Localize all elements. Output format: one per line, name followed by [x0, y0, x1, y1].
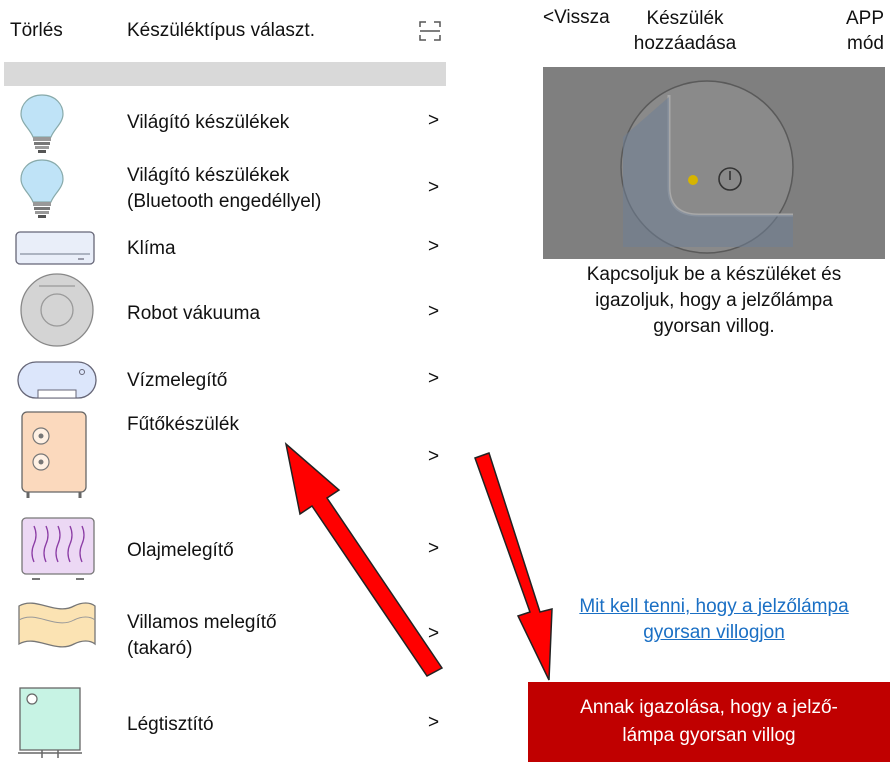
- water-heater-icon: [17, 361, 97, 399]
- red-arrow-icon: [284, 441, 444, 677]
- back-button[interactable]: <Vissza: [543, 7, 610, 29]
- chevron-right-icon: >: [428, 446, 440, 467]
- confirm-line: lámpa gyorsan villog: [622, 725, 796, 746]
- mode-line: mód: [847, 33, 884, 54]
- title-line: hozzáadása: [633, 33, 737, 54]
- bulb-icon: [20, 159, 64, 218]
- chevron-right-icon: >: [428, 712, 440, 733]
- instruction-text: Kapcsoljuk be a készüléket és igazoljuk,…: [543, 262, 885, 340]
- list-item-label: Villamos melegítő: [127, 612, 277, 633]
- chevron-right-icon: >: [428, 368, 440, 389]
- page-title: Készüléktípus választ.: [127, 20, 315, 41]
- list-item-label: Klíma: [127, 238, 176, 259]
- chevron-right-icon: >: [428, 110, 440, 131]
- list-item-label: Világító készülékek: [127, 165, 290, 186]
- chevron-right-icon: >: [428, 623, 440, 644]
- air-conditioner-icon: [15, 231, 95, 265]
- chevron-right-icon: >: [428, 236, 440, 257]
- title-line: Készülék: [646, 8, 724, 29]
- instruction-line: igazoljuk, hogy a jelzőlámpa: [595, 290, 833, 311]
- list-item-label: Légtisztító: [127, 714, 214, 735]
- robot-vacuum-icon: [20, 273, 94, 347]
- bulb-icon: [20, 94, 64, 153]
- list-item-label: Világító készülékek: [127, 112, 290, 133]
- chevron-right-icon: >: [428, 177, 440, 198]
- scan-icon[interactable]: [419, 21, 441, 41]
- list-item-label: Vízmelegítő: [127, 370, 228, 391]
- help-link[interactable]: Mit kell tenni, hogy a jelzőlámpa gyorsa…: [533, 594, 894, 646]
- delete-button[interactable]: Törlés: [10, 20, 63, 42]
- instruction-line: Kapcsoljuk be a készüléket és: [586, 264, 842, 285]
- add-device-title: Készülék hozzáadása: [625, 6, 745, 56]
- confirm-line: Annak igazolása, hogy a jelző-: [580, 697, 838, 718]
- oil-heater-icon: [21, 517, 95, 580]
- help-link-line: Mit kell tenni, hogy a jelzőlámpa: [579, 596, 849, 617]
- device-photo: [543, 67, 885, 259]
- list-item-sublabel: (Bluetooth engedéllyel): [127, 191, 322, 212]
- air-purifier-icon: [18, 687, 82, 758]
- mode-line: APP: [845, 8, 884, 29]
- device-power-indicator-image: [543, 67, 885, 259]
- list-item-label: Olajmelegítő: [127, 540, 234, 561]
- chevron-right-icon: >: [428, 301, 440, 322]
- heater-icon: [21, 411, 87, 498]
- electric-blanket-icon: [18, 602, 96, 648]
- help-link-line: gyorsan villogjon: [643, 622, 785, 643]
- list-item-sublabel: (takaró): [127, 638, 193, 659]
- section-divider: [4, 62, 446, 86]
- app-mode-button[interactable]: APP mód: [830, 6, 884, 56]
- chevron-right-icon: >: [428, 538, 440, 559]
- list-item-label: Fűtőkészülék: [127, 414, 239, 435]
- instruction-line: gyorsan villog.: [653, 316, 775, 337]
- list-item-label: Robot vákuuma: [127, 303, 261, 324]
- confirm-blinking-button[interactable]: Annak igazolása, hogy a jelző- lámpa gyo…: [528, 682, 890, 762]
